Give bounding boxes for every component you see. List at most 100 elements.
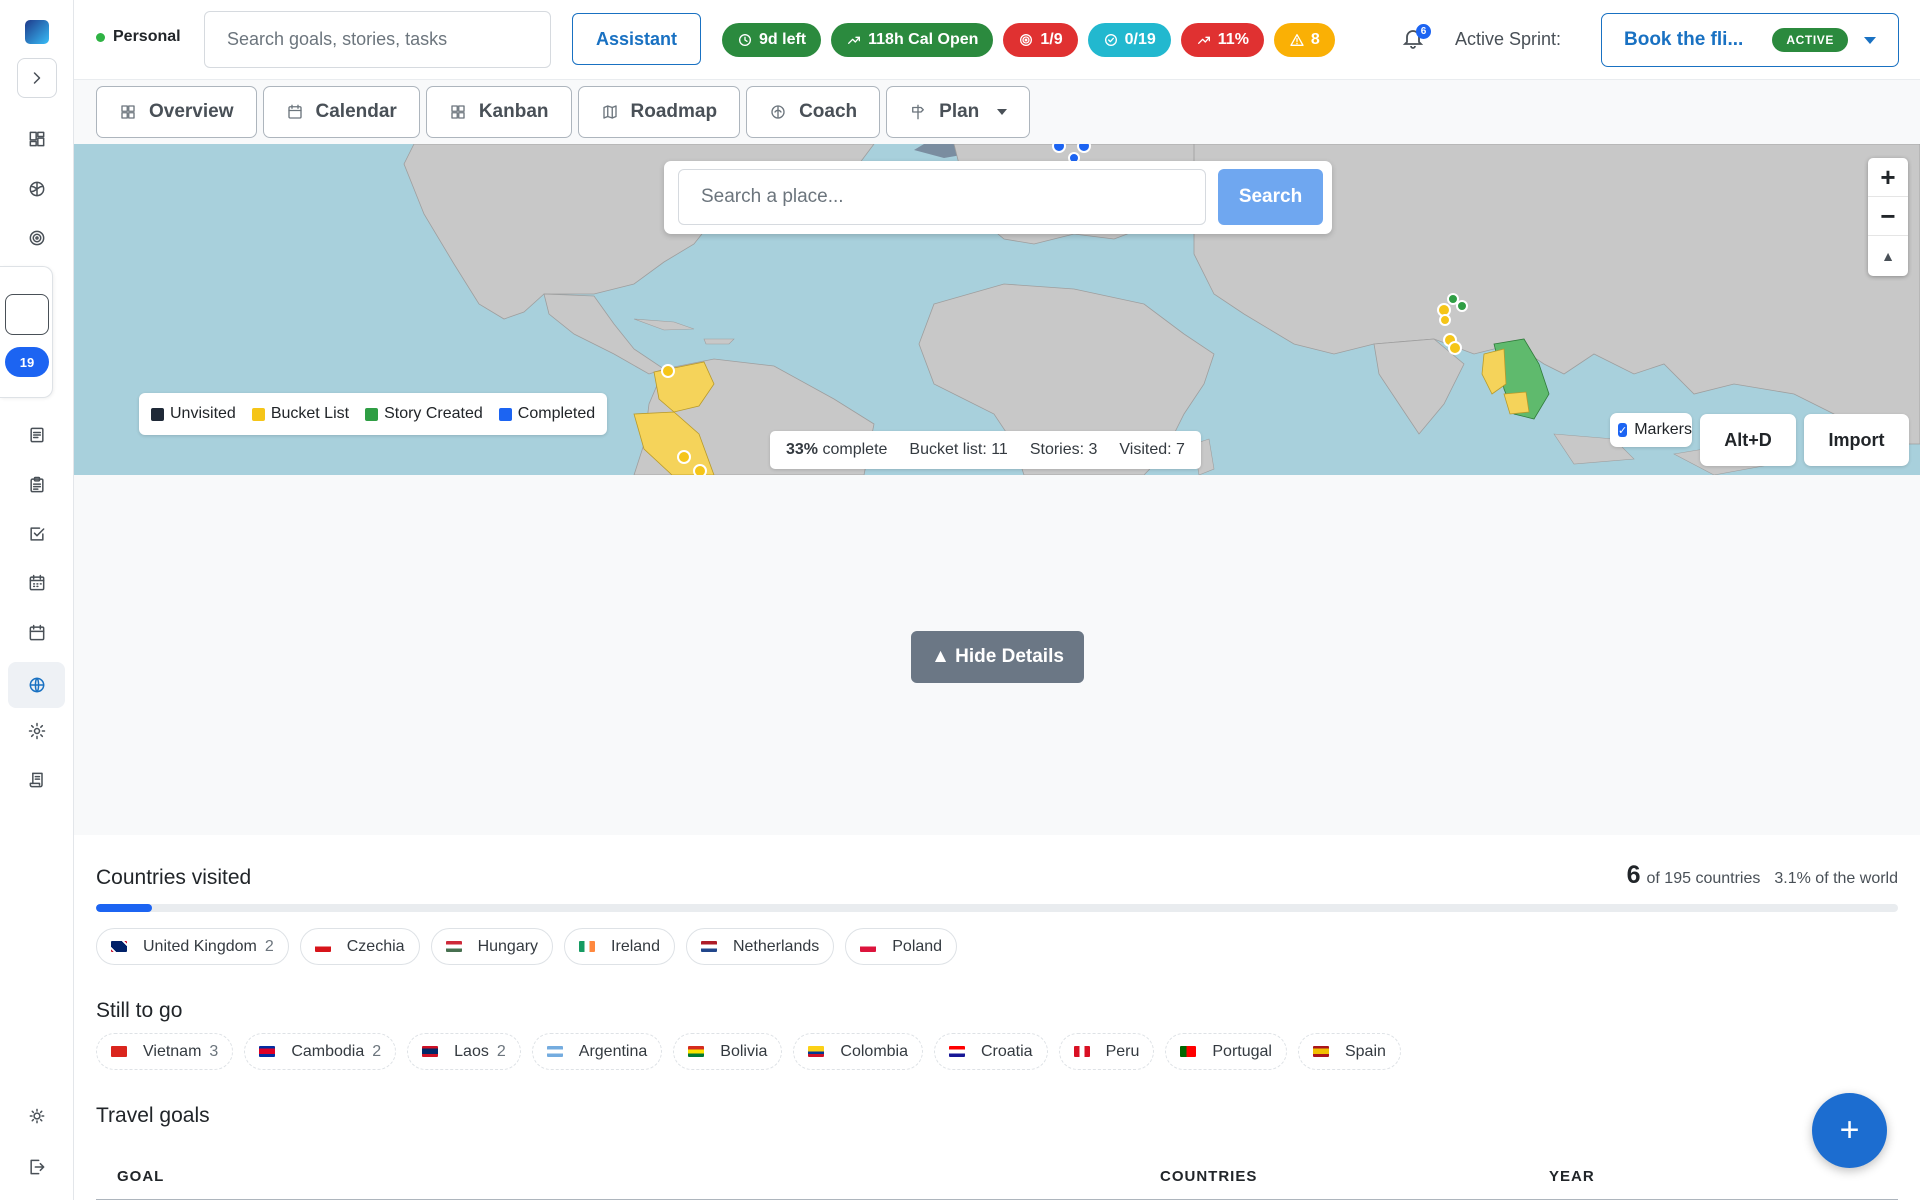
bucket-stat: Bucket list: 11	[909, 441, 1008, 458]
country-chip-co[interactable]: Colombia	[793, 1033, 923, 1070]
country-chip-hu[interactable]: Hungary	[430, 928, 554, 965]
sidebar-item-tasks[interactable]	[17, 465, 57, 505]
country-chip-cz[interactable]: Czechia	[299, 928, 420, 965]
country-chip-pl[interactable]: Poland	[845, 928, 958, 965]
place-search-input[interactable]	[678, 169, 1206, 225]
sidebar-item-goals[interactable]	[17, 218, 57, 258]
sidebar-expand-button[interactable]	[17, 58, 57, 98]
country-chip-kh[interactable]: Cambodia 2	[244, 1033, 397, 1070]
shortcut-button[interactable]: Alt+D	[1700, 414, 1796, 466]
caribbean-region	[633, 318, 735, 345]
compass-button[interactable]: ▲	[1868, 236, 1908, 275]
flag-icon	[860, 941, 877, 952]
flag-icon	[700, 941, 717, 952]
global-search-input[interactable]	[204, 11, 551, 68]
status-pill[interactable]: 11%	[1180, 23, 1264, 57]
flag-icon	[314, 941, 331, 952]
visited-count: 6	[1626, 861, 1641, 889]
country-name: United Kingdom	[143, 937, 257, 955]
status-pill[interactable]: 118h Cal Open	[831, 23, 994, 57]
status-pill[interactable]: 1/9	[1003, 23, 1078, 57]
country-name: Cambodia	[291, 1042, 365, 1060]
status-pill-label: 1/9	[1040, 31, 1063, 48]
sprint-count-badge[interactable]: 19	[5, 347, 49, 377]
sidebar-sprint-box[interactable]	[5, 294, 49, 335]
country-chip-gb[interactable]: United Kingdom 2	[96, 928, 289, 965]
place-search-button[interactable]: Search	[1218, 169, 1323, 225]
sidebar-item-settings[interactable]	[17, 711, 57, 751]
caret-down-icon	[997, 109, 1008, 115]
sidebar-item-logs[interactable]	[17, 760, 57, 800]
column-year[interactable]: YEAR	[1549, 1168, 1595, 1185]
target-icon	[1020, 34, 1033, 46]
country-chip-hr[interactable]: Croatia	[934, 1033, 1048, 1070]
zoom-in-button[interactable]: +	[1868, 158, 1908, 197]
notifications-button[interactable]: 6	[1401, 24, 1431, 56]
column-goal[interactable]: GOAL	[117, 1168, 164, 1185]
map-stats: 33% complete Bucket list: 11 Stories: 3 …	[770, 431, 1201, 469]
sidebar-item-travel[interactable]	[8, 662, 65, 708]
tab-plan[interactable]: Plan	[886, 86, 1031, 138]
central-america-region	[543, 293, 665, 375]
country-chip-la[interactable]: Laos 2	[407, 1033, 521, 1070]
sidebar-sprint-group: 19	[0, 266, 53, 398]
tab-roadmap[interactable]: Roadmap	[577, 86, 741, 138]
app-logo[interactable]	[25, 20, 49, 44]
tab-coach[interactable]: Coach	[746, 86, 881, 138]
zoom-out-button[interactable]: −	[1868, 197, 1908, 236]
hide-details-button[interactable]: ▲ Hide Details	[911, 631, 1084, 683]
tab-label: Kanban	[478, 101, 549, 122]
markers-toggle[interactable]: ✓ Markers	[1610, 413, 1692, 447]
column-countries[interactable]: COUNTRIES	[1160, 1168, 1257, 1185]
checkbox-icon	[30, 527, 45, 541]
countries-visited-summary: 6 of 195 countries 3.1% of the world	[1627, 861, 1898, 890]
notification-count-badge: 6	[1416, 24, 1431, 39]
workspace-selector[interactable]: Personal	[96, 28, 181, 46]
country-chip-pt[interactable]: Portugal	[1165, 1033, 1287, 1070]
country-chip-ie[interactable]: Ireland	[564, 928, 675, 965]
country-chip-pe[interactable]: Peru	[1058, 1033, 1155, 1070]
status-pill[interactable]: 0/19	[1087, 23, 1171, 57]
workspace-status-dot	[96, 32, 105, 42]
sidebar-item-themes[interactable]	[17, 169, 57, 209]
visited-of-label: of 195 countries	[1646, 870, 1761, 887]
country-chip-nl[interactable]: Netherlands	[685, 928, 835, 965]
assistant-button[interactable]: Assistant	[572, 13, 701, 65]
country-chip-ar[interactable]: Argentina	[531, 1033, 663, 1070]
flag-icon	[111, 1046, 127, 1057]
country-name: Hungary	[477, 937, 539, 955]
status-pill[interactable]: 8	[1273, 23, 1335, 57]
tab-overview[interactable]: Overview	[96, 86, 257, 138]
country-chip-vn[interactable]: Vietnam 3	[96, 1033, 234, 1070]
theme-toggle-button[interactable]	[17, 1096, 57, 1136]
country-chip-bo[interactable]: Bolivia	[673, 1033, 783, 1070]
tab-label: Coach	[799, 101, 858, 122]
sprint-selector[interactable]: Book the fli... ACTIVE	[1601, 13, 1899, 67]
sidebar-item-dashboard[interactable]	[17, 119, 57, 159]
place-search-box: Search	[664, 161, 1332, 234]
status-pill-label: 8	[1310, 31, 1320, 48]
import-button[interactable]: Import	[1804, 414, 1909, 466]
country-count: 2	[496, 1042, 506, 1060]
status-pill-label: 11%	[1217, 31, 1249, 48]
logout-button[interactable]	[17, 1147, 57, 1187]
cambodia-region[interactable]	[1503, 391, 1530, 415]
country-chip-es[interactable]: Spain	[1297, 1033, 1401, 1070]
travel-content: Countries visited 6 of 195 countries 3.1…	[74, 835, 1920, 1200]
coach-icon	[771, 105, 785, 119]
laos-region[interactable]	[1481, 348, 1507, 395]
country-name: Bolivia	[720, 1042, 768, 1060]
kanban-icon	[451, 105, 465, 119]
country-name: Czechia	[346, 937, 405, 955]
tab-kanban[interactable]: Kanban	[425, 86, 572, 138]
tab-calendar[interactable]: Calendar	[262, 86, 420, 138]
sidebar-item-checklist[interactable]	[17, 514, 57, 554]
add-fab-button[interactable]: +	[1812, 1093, 1887, 1168]
status-pill[interactable]: 9d left	[722, 23, 822, 57]
sidebar-item-calendar[interactable]	[17, 613, 57, 653]
flag-icon	[1073, 1046, 1090, 1057]
sidebar-item-stories[interactable]	[17, 415, 57, 455]
flag-icon	[1180, 1046, 1197, 1057]
travel-map[interactable]: Search + − ▲ Unvisited Bucket List Story C…	[74, 144, 1920, 475]
sidebar-item-schedule[interactable]	[17, 563, 57, 603]
